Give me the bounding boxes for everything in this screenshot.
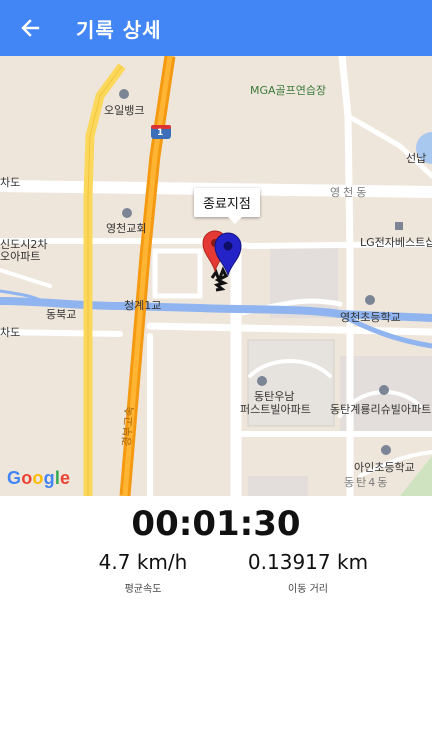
arrow-back-icon[interactable]: [18, 16, 42, 40]
map-label-chado-1: 차도: [0, 176, 21, 189]
end-marker-icon[interactable]: [214, 232, 242, 276]
distance-stat: 0.13917 km 이동 거리: [200, 550, 416, 595]
map-label-seonnap: 선납: [406, 152, 427, 165]
map-label-cheonggye: 청계1교: [124, 299, 162, 312]
map-label-gyeryong: 동탄계룡리슈빌아파트: [330, 403, 432, 416]
map-view[interactable]: 종료지점 MGA골프연습장 오일뱅크 선납 차도 영천동 영천교회 LG전자베스…: [0, 56, 432, 496]
map-label-dongtan-apt-2: 퍼스트빌아파트: [240, 403, 311, 416]
map-label-chado-2: 차도: [0, 326, 21, 339]
map-roads: [0, 56, 432, 496]
page-title: 기록 상세: [76, 17, 162, 42]
elapsed-time: 00:01:30: [131, 504, 301, 544]
google-letter: g: [43, 468, 55, 488]
map-label-mga: MGA골프연습장: [250, 84, 327, 97]
end-point-callout: 종료지점: [194, 188, 260, 224]
google-logo: Google: [7, 468, 70, 489]
distance-label: 이동 거리: [288, 584, 328, 595]
map-label-dongtan4: 동탄4동: [344, 476, 390, 489]
google-letter: G: [7, 468, 22, 488]
map-label-oilbank: 오일뱅크: [104, 104, 145, 117]
map-label-lg: LG전자베스트샵: [360, 236, 432, 249]
google-letter: o: [21, 468, 33, 488]
map-label-dongbukgyo: 동북교: [46, 308, 77, 321]
google-letter: e: [60, 468, 71, 488]
route-number-label: 1: [157, 128, 164, 138]
google-letter: o: [32, 468, 44, 488]
map-label-school: 영천초등학교: [340, 311, 401, 324]
map-label-yeongcheondong: 영천동: [330, 186, 370, 199]
map-label-church: 영천교회: [106, 222, 147, 235]
map-label-ain-school: 아인초등학교: [354, 461, 415, 474]
app-bar: 기록 상세: [0, 0, 432, 56]
map-label-oapt: 오아파트: [0, 250, 41, 263]
distance-value: 0.13917 km: [247, 550, 369, 574]
stats-panel: 00:01:30 4.7 km/h 평균속도 0.13917 km 이동 거리: [0, 496, 432, 740]
